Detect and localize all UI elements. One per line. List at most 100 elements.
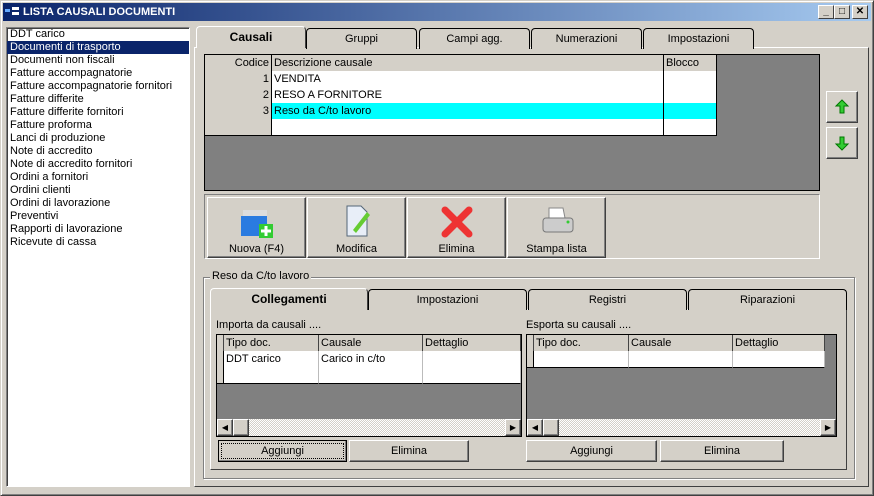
causali-grid[interactable]: Codice Descrizione causale Blocco 1 VENDITA 2…	[204, 54, 820, 191]
row-indicator[interactable]	[527, 351, 534, 368]
arrow-down-icon	[834, 136, 850, 151]
printer-icon	[542, 207, 573, 233]
list-item[interactable]: Note di accredito fornitori	[7, 158, 189, 171]
list-item[interactable]: DDT carico	[7, 28, 189, 41]
document-type-list[interactable]: DDT carico Documenti di trasporto Document…	[6, 27, 190, 487]
column-header[interactable]: Codice	[205, 55, 272, 72]
edit-document-icon	[346, 205, 370, 237]
export-delete-button[interactable]: Elimina	[660, 440, 784, 462]
tab-causali[interactable]: Causali	[196, 26, 306, 48]
column-header[interactable]: Tipo doc.	[534, 335, 629, 352]
row-code[interactable]: 2	[205, 87, 272, 104]
export-label: Esporta su causali ....	[526, 319, 632, 331]
new-button[interactable]: Nuova (F4)	[207, 197, 306, 258]
list-item[interactable]: Fatture accompagnatorie	[7, 67, 189, 80]
detail-tab-registri[interactable]: Registri	[528, 289, 687, 310]
scroll-left-icon[interactable]: ◀	[527, 419, 543, 436]
grid-cell[interactable]: DDT carico	[224, 351, 319, 368]
row-blocco[interactable]	[664, 71, 717, 88]
column-header[interactable]: Descrizione causale	[272, 55, 664, 72]
tab-impostazioni[interactable]: Impostazioni	[643, 28, 754, 49]
scroll-thumb[interactable]	[543, 419, 559, 436]
list-item[interactable]: Fatture proforma	[7, 119, 189, 132]
app-icon	[5, 7, 19, 15]
column-header[interactable]: Blocco	[664, 55, 717, 72]
export-grid[interactable]: Tipo doc. Causale Dettaglio ◀ ▶	[526, 334, 837, 437]
detail-tab-collegamenti[interactable]: Collegamenti	[210, 288, 368, 310]
list-item[interactable]: Ricevute di cassa	[7, 236, 189, 249]
empty-cell[interactable]	[319, 367, 423, 384]
row-header[interactable]	[205, 119, 272, 136]
list-item[interactable]: Fatture differite fornitori	[7, 106, 189, 119]
row-indicator	[527, 335, 534, 352]
horizontal-scrollbar[interactable]: ◀ ▶	[527, 419, 836, 436]
scroll-right-icon[interactable]: ▶	[505, 419, 521, 436]
column-header[interactable]: Causale	[629, 335, 733, 352]
detail-tab-impostazioni[interactable]: Impostazioni	[368, 289, 527, 310]
list-item[interactable]: Fatture differite	[7, 93, 189, 106]
scroll-right-icon[interactable]: ▶	[820, 419, 836, 436]
detail-tab-riparazioni[interactable]: Riparazioni	[688, 289, 847, 310]
edit-button-label: Modifica	[336, 243, 377, 255]
minimize-button[interactable]: _	[818, 5, 834, 19]
list-item[interactable]: Preventivi	[7, 210, 189, 223]
tab-campi-agg[interactable]: Campi agg.	[419, 28, 530, 49]
print-list-button[interactable]: Stampa lista	[507, 197, 606, 258]
row-code[interactable]: 1	[205, 71, 272, 88]
close-button[interactable]: ✕	[852, 5, 868, 19]
print-list-button-label: Stampa lista	[526, 243, 587, 255]
empty-cell[interactable]	[534, 351, 629, 368]
delete-button[interactable]: Elimina	[407, 197, 506, 258]
column-header[interactable]: Dettaglio	[423, 335, 521, 352]
export-add-button[interactable]: Aggiungi	[526, 440, 657, 462]
new-folder-icon	[240, 210, 273, 238]
move-down-button[interactable]	[826, 127, 858, 159]
list-item[interactable]: Fatture accompagnatorie fornitori	[7, 80, 189, 93]
row-indicator[interactable]	[217, 351, 224, 368]
grid-cell[interactable]	[423, 351, 521, 368]
horizontal-scrollbar[interactable]: ◀ ▶	[217, 419, 521, 436]
detail-groupbox-label: Reso da C/to lavoro	[210, 270, 312, 282]
row-indicator	[217, 335, 224, 352]
empty-cell[interactable]	[423, 367, 521, 384]
list-item[interactable]: Rapporti di lavorazione	[7, 223, 189, 236]
row-indicator[interactable]	[217, 367, 224, 384]
move-up-button[interactable]	[826, 91, 858, 123]
tab-gruppi[interactable]: Gruppi	[306, 28, 417, 49]
empty-cell[interactable]	[224, 367, 319, 384]
scroll-left-icon[interactable]: ◀	[217, 419, 233, 436]
row-description[interactable]: Reso da C/to lavoro	[272, 103, 664, 120]
empty-cell[interactable]	[272, 119, 664, 136]
list-item[interactable]: Lanci di produzione	[7, 132, 189, 145]
list-item[interactable]: Documenti non fiscali	[7, 54, 189, 67]
scroll-thumb[interactable]	[233, 419, 249, 436]
empty-cell[interactable]	[664, 119, 717, 136]
arrow-up-icon	[834, 99, 850, 114]
edit-button[interactable]: Modifica	[307, 197, 406, 258]
column-header[interactable]: Causale	[319, 335, 423, 352]
empty-cell[interactable]	[629, 351, 733, 368]
row-description[interactable]: RESO A FORNITORE	[272, 87, 664, 104]
list-item[interactable]: Note di accredito	[7, 145, 189, 158]
import-grid[interactable]: Tipo doc. Causale Dettaglio DDT carico Caric…	[216, 334, 522, 437]
column-header[interactable]: Tipo doc.	[224, 335, 319, 352]
column-header[interactable]: Dettaglio	[733, 335, 825, 352]
row-description[interactable]: VENDITA	[272, 71, 664, 88]
delete-button-label: Elimina	[438, 243, 475, 255]
delete-x-icon	[441, 206, 472, 238]
row-blocco[interactable]	[664, 103, 717, 120]
tab-numerazioni[interactable]: Numerazioni	[531, 28, 642, 49]
maximize-button[interactable]: □	[834, 5, 850, 19]
import-label: Importa da causali ....	[216, 319, 322, 331]
grid-cell[interactable]: Carico in c/to	[319, 351, 423, 368]
list-item[interactable]: Ordini di lavorazione	[7, 197, 189, 210]
empty-cell[interactable]	[733, 351, 825, 368]
import-delete-button[interactable]: Elimina	[349, 440, 469, 462]
row-blocco[interactable]	[664, 87, 717, 104]
list-item[interactable]: Ordini a fornitori	[7, 171, 189, 184]
title-bar: LISTA CAUSALI DOCUMENTI	[3, 3, 871, 21]
list-item[interactable]: Documenti di trasporto	[7, 41, 189, 54]
list-item[interactable]: Ordini clienti	[7, 184, 189, 197]
import-add-button[interactable]: Aggiungi	[218, 440, 347, 462]
row-code[interactable]: 3	[205, 103, 272, 120]
